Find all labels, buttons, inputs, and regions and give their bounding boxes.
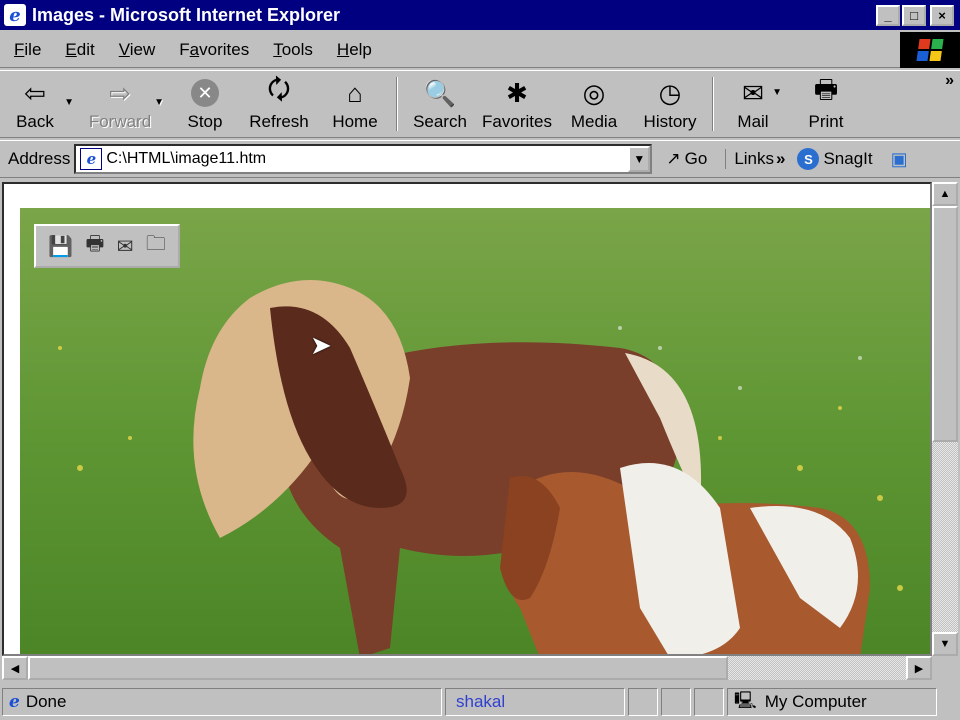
stop-icon: ✕	[188, 76, 222, 110]
refresh-button[interactable]: 🗘 Refresh	[240, 71, 318, 137]
status-cell	[628, 688, 658, 716]
scroll-up-button[interactable]: ▲	[932, 182, 958, 206]
scroll-left-button[interactable]: ◀	[2, 656, 28, 680]
page-icon: e	[80, 148, 103, 170]
my-pictures-icon[interactable]: 🗀	[146, 229, 166, 263]
menu-bar: File Edit View Favorites Tools Help	[0, 32, 960, 68]
page-status-icon: e	[9, 692, 20, 712]
home-icon: ⌂	[347, 77, 363, 108]
search-button[interactable]: 🔍 Search	[402, 71, 478, 137]
snagit-window-icon[interactable]: ▣	[891, 149, 908, 170]
media-button[interactable]: ◎ Media	[556, 71, 632, 137]
standard-toolbar: ⇦ Back ▼ ⇨ Forward ▼ ✕ Stop 🗘 Refresh ⌂ …	[0, 70, 960, 138]
back-button[interactable]: ⇦ Back ▼	[0, 71, 74, 137]
browser-window: e Images - Microsoft Internet Explorer _…	[0, 0, 960, 720]
zone-label: My Computer	[764, 692, 867, 711]
print-button[interactable]: 🖶 Print	[788, 71, 864, 137]
toolbar-separator	[712, 77, 714, 131]
address-dropdown-icon[interactable]: ▼	[628, 146, 651, 172]
links-label: Links	[734, 149, 774, 168]
computer-icon: 🖳	[734, 690, 757, 710]
snagit-button[interactable]: S SnagIt	[797, 148, 873, 170]
favorites-label: Favorites	[482, 112, 552, 131]
snagit-icon: S	[797, 148, 820, 170]
horses-photo	[20, 208, 930, 654]
stop-label: Stop	[187, 112, 223, 131]
scrollbar-corner	[932, 656, 958, 680]
menu-favorites[interactable]: Favorites	[167, 40, 261, 60]
status-center: shakal	[445, 688, 625, 716]
window-title: Images - Microsoft Internet Explorer	[32, 4, 341, 25]
status-text: Done	[25, 692, 67, 711]
maximize-button[interactable]: □	[902, 4, 926, 26]
history-button[interactable]: ◷ History	[632, 71, 708, 137]
toolbar-separator	[396, 77, 398, 131]
horizontal-scrollbar[interactable]: ◀ ▶	[2, 656, 932, 680]
minimize-button[interactable]: _	[876, 4, 900, 26]
status-bar: e Done shakal 🖳 My Computer	[0, 684, 960, 720]
save-icon[interactable]: 💾	[48, 234, 73, 259]
favorites-folder-icon: ✱	[506, 77, 528, 108]
printer-icon: 🖶	[813, 74, 839, 104]
mail-button[interactable]: ✉ Mail ▼	[718, 71, 788, 137]
horizontal-scroll-thumb[interactable]	[28, 656, 728, 680]
image-toolbar: 💾 🖶 ✉ 🗀	[34, 224, 180, 268]
windows-logo-icon	[900, 32, 960, 68]
address-label: Address	[8, 149, 71, 168]
favorites-button[interactable]: ✱ Favorites	[478, 71, 556, 137]
email-icon[interactable]: ✉	[117, 234, 134, 259]
forward-label: Forward	[88, 112, 152, 131]
address-bar: Address e C:\HTML\image11.htm ▼ ↗ Go Link…	[0, 140, 960, 178]
snagit-label: SnagIt	[823, 149, 873, 168]
scroll-right-button[interactable]: ▶	[906, 656, 932, 680]
home-label: Home	[332, 112, 378, 131]
forward-button[interactable]: ⇨ Forward ▼	[70, 71, 170, 137]
print-icon[interactable]: 🖶	[85, 229, 104, 263]
vertical-scroll-thumb[interactable]	[932, 206, 958, 442]
print-label: Print	[808, 112, 844, 131]
go-button[interactable]: ↗ Go	[666, 149, 707, 169]
address-input[interactable]: e C:\HTML\image11.htm ▼	[74, 144, 653, 174]
menu-edit[interactable]: Edit	[53, 40, 106, 60]
media-label: Media	[570, 112, 618, 131]
refresh-icon: 🗘	[267, 74, 291, 104]
zone-cell: 🖳 My Computer	[727, 688, 937, 716]
mail-icon: ✉	[742, 77, 764, 108]
mail-dropdown-icon[interactable]: ▼	[772, 87, 782, 98]
forward-arrow-icon: ⇨	[109, 77, 131, 108]
menu-tools[interactable]: Tools	[261, 40, 325, 60]
status-text-cell: e Done	[2, 688, 442, 716]
history-icon: ◷	[658, 77, 682, 108]
forward-dropdown-icon[interactable]: ▼	[154, 97, 164, 108]
back-label: Back	[16, 112, 54, 131]
mail-label: Mail	[737, 112, 769, 131]
history-label: History	[643, 112, 697, 131]
status-cell	[661, 688, 691, 716]
menu-help[interactable]: Help	[325, 40, 384, 60]
scroll-down-button[interactable]: ▼	[932, 632, 958, 656]
back-arrow-icon: ⇦	[24, 77, 46, 108]
media-globe-icon: ◎	[582, 77, 606, 108]
links-chevron[interactable]: »	[776, 149, 785, 169]
vertical-scrollbar[interactable]: ▲ ▼	[932, 182, 958, 656]
search-label: Search	[413, 112, 467, 131]
title-bar[interactable]: e Images - Microsoft Internet Explorer _…	[0, 0, 960, 30]
mouse-cursor-icon: ➤	[310, 330, 332, 360]
menu-file[interactable]: File	[0, 40, 53, 60]
toolbar-overflow-chevron[interactable]: »	[945, 72, 954, 90]
ie-logo-icon: e	[4, 4, 26, 26]
refresh-label: Refresh	[249, 112, 309, 131]
address-value[interactable]: C:\HTML\image11.htm	[106, 150, 628, 168]
menu-view[interactable]: View	[107, 40, 168, 60]
go-arrow-icon: ↗	[666, 149, 681, 168]
home-button[interactable]: ⌂ Home	[318, 71, 392, 137]
stop-button[interactable]: ✕ Stop	[170, 71, 240, 137]
search-icon: 🔍	[423, 77, 457, 108]
status-cell	[694, 688, 724, 716]
links-button[interactable]: Links»	[725, 149, 785, 169]
go-label: Go	[684, 149, 708, 168]
close-button[interactable]: ×	[930, 4, 954, 26]
